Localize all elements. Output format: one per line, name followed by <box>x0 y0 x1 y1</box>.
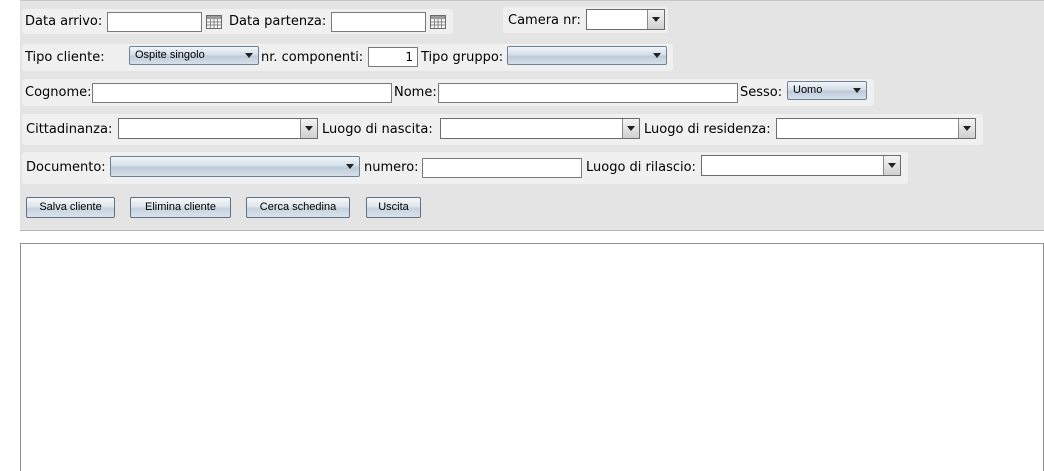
cittadinanza-select[interactable] <box>118 118 318 139</box>
luogo-nascita-select[interactable] <box>440 118 640 139</box>
componenti-field[interactable]: 1 <box>368 47 418 67</box>
luogo-residenza-label: Luogo di residenza: <box>644 122 771 137</box>
tipo-cliente-label: Tipo cliente: <box>25 50 105 65</box>
sesso-select[interactable]: Uomo <box>787 81 867 100</box>
chevron-down-icon[interactable] <box>300 119 317 138</box>
numero-label: numero: <box>364 160 419 175</box>
tipo-cliente-select[interactable]: Ospite singolo <box>129 46 259 65</box>
tipo-cliente-value: Ospite singolo <box>135 49 205 61</box>
sesso-label: Sesso: <box>740 85 783 100</box>
cognome-label: Cognome: <box>25 85 92 100</box>
chevron-down-icon <box>346 164 354 169</box>
luogo-rilascio-select[interactable] <box>701 155 901 176</box>
calendar-icon[interactable] <box>206 15 222 29</box>
componenti-label: nr. componenti: <box>261 50 364 65</box>
results-panel[interactable] <box>20 243 1044 471</box>
cognome-field[interactable] <box>92 83 392 103</box>
data-arrivo-field[interactable] <box>107 12 202 32</box>
cerca-schedina-button[interactable]: Cerca schedina <box>246 197 350 218</box>
nome-field[interactable] <box>438 83 738 103</box>
uscita-button[interactable]: Uscita <box>366 197 421 218</box>
tipo-gruppo-select[interactable] <box>507 46 667 65</box>
data-partenza-field[interactable] <box>331 12 426 32</box>
documento-select[interactable] <box>110 156 360 177</box>
camera-label: Camera nr: <box>508 13 581 28</box>
chevron-down-icon[interactable] <box>622 119 639 138</box>
elimina-cliente-button[interactable]: Elimina cliente <box>130 197 231 218</box>
luogo-rilascio-label: Luogo di rilascio: <box>586 160 696 175</box>
chevron-down-icon[interactable] <box>883 156 900 175</box>
documento-label: Documento: <box>26 160 106 175</box>
chevron-down-icon <box>245 53 253 58</box>
tipo-gruppo-label: Tipo gruppo: <box>421 50 504 65</box>
data-partenza-label: Data partenza: <box>229 14 327 29</box>
chevron-down-icon[interactable] <box>958 119 975 138</box>
salva-cliente-button[interactable]: Salva cliente <box>26 197 115 218</box>
calendar-icon[interactable] <box>430 15 446 29</box>
camera-select[interactable] <box>586 9 665 30</box>
luogo-nascita-label: Luogo di nascita: <box>322 122 433 137</box>
data-arrivo-label: Data arrivo: <box>25 14 103 29</box>
chevron-down-icon <box>653 53 661 58</box>
chevron-down-icon <box>853 88 861 93</box>
chevron-down-icon[interactable] <box>647 10 664 29</box>
nome-label: Nome: <box>394 85 437 100</box>
numero-field[interactable] <box>422 158 582 178</box>
sesso-value: Uomo <box>793 84 823 96</box>
separator-line <box>20 230 1044 231</box>
cittadinanza-label: Cittadinanza: <box>26 122 113 137</box>
luogo-residenza-select[interactable] <box>776 118 976 139</box>
